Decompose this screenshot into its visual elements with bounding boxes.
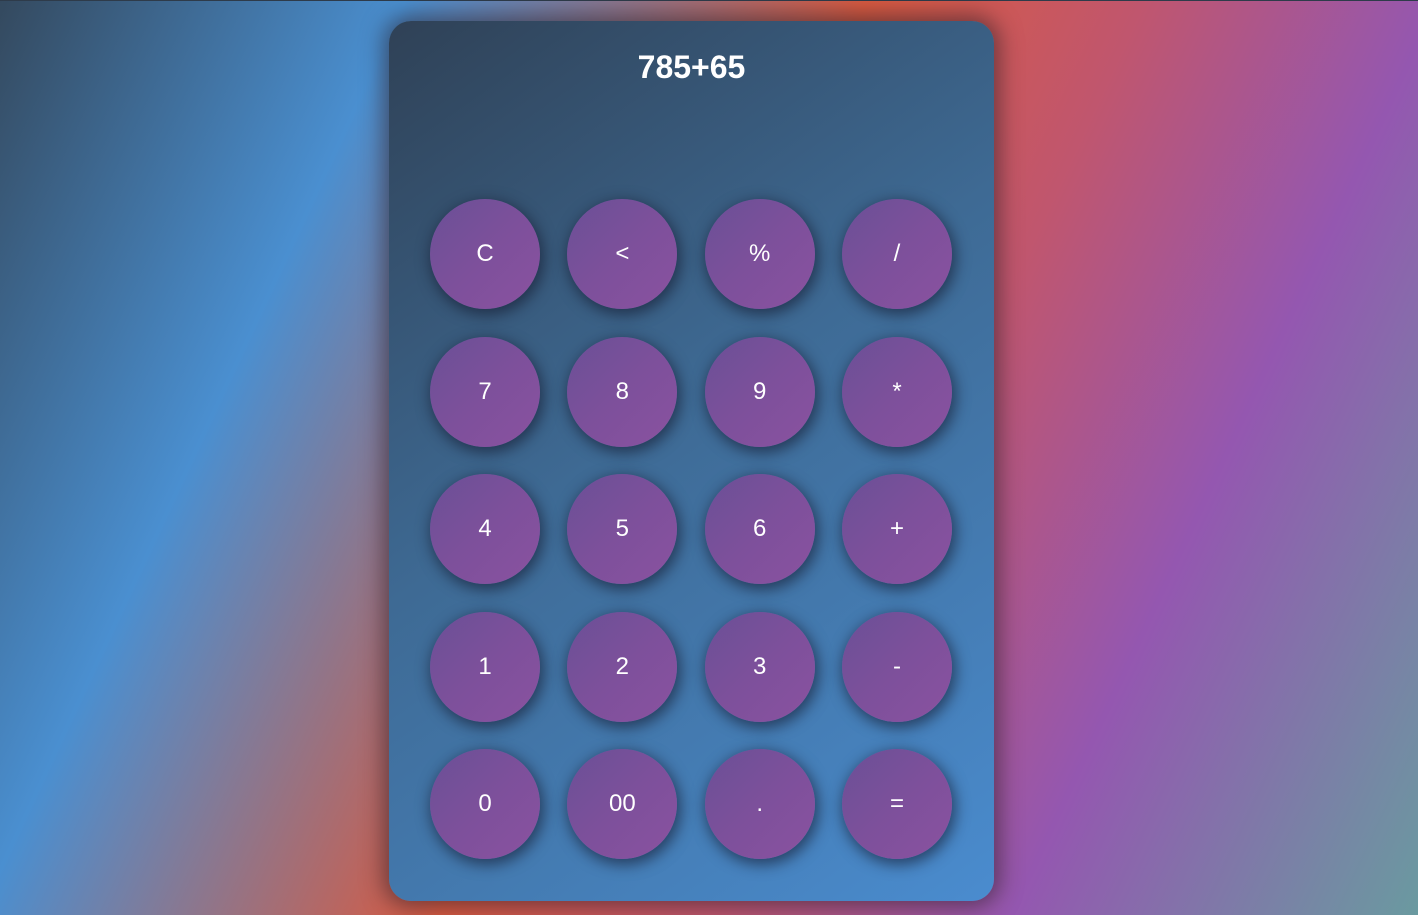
equals-button[interactable]: = (841, 749, 952, 859)
digit-2-button[interactable]: 2 (567, 611, 678, 722)
percent-button[interactable]: % (704, 199, 815, 309)
calculator-display: 785+65 (637, 49, 746, 85)
multiply-button[interactable]: * (841, 336, 952, 447)
digit-5-button[interactable]: 5 (567, 474, 678, 584)
calculator-panel: 785+65 C < % / 7 8 9 * 4 5 6 + 1 2 3 - 0… (389, 21, 994, 901)
add-button[interactable]: + (841, 474, 952, 584)
divide-button[interactable]: / (841, 199, 952, 309)
digit-3-button[interactable]: 3 (704, 611, 815, 722)
digit-6-button[interactable]: 6 (704, 474, 815, 584)
digit-8-button[interactable]: 8 (567, 336, 678, 447)
digit-7-button[interactable]: 7 (430, 336, 540, 447)
digit-1-button[interactable]: 1 (430, 611, 540, 722)
subtract-button[interactable]: - (841, 611, 952, 722)
digit-0-button[interactable]: 0 (430, 749, 540, 859)
digit-4-button[interactable]: 4 (430, 474, 540, 584)
backspace-button[interactable]: < (567, 199, 678, 309)
digit-9-button[interactable]: 9 (704, 336, 815, 447)
keypad: C < % / 7 8 9 * 4 5 6 + 1 2 3 - 0 00 . = (430, 199, 952, 859)
decimal-point-button[interactable]: . (704, 749, 815, 859)
double-zero-button[interactable]: 00 (567, 749, 678, 859)
top-border (0, 0, 1418, 1)
clear-button[interactable]: C (430, 199, 540, 309)
